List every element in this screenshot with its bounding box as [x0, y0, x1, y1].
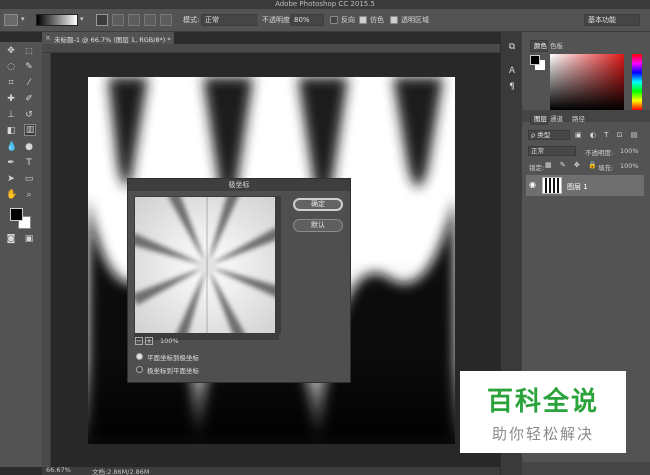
reverse-label: 反向 — [341, 16, 355, 24]
polar-to-rect-radio[interactable] — [136, 366, 143, 373]
gradient-tool-icon[interactable]: ▥ — [24, 124, 36, 136]
healing-brush-tool-icon[interactable]: ✚ — [6, 94, 16, 104]
title-bar: Adobe Photoshop CC 2015.5 — [0, 0, 650, 9]
layer-kind-filter[interactable]: ρ 类型 — [528, 130, 570, 140]
close-icon[interactable]: × — [45, 34, 51, 42]
dodge-tool-icon[interactable]: ● — [24, 142, 34, 152]
clone-stamp-tool-icon[interactable]: ⊥ — [6, 110, 16, 120]
tools-panel: ✥ ⬚ ◌ ✎ ⌗ ⁄ ✚ ✐ ⊥ ↺ ◧ ▥ 💧 ● ✒ T ➤ ▭ ✋ ⌕ … — [0, 42, 42, 467]
color-picker-field[interactable] — [550, 54, 624, 110]
dither-label: 仿色 — [370, 16, 384, 24]
transparency-checkbox[interactable] — [390, 16, 398, 24]
zoom-tool-icon[interactable]: ⌕ — [24, 190, 34, 200]
watermark-logo: 百科全说 助你轻松解决 — [460, 371, 626, 453]
history-panel-icon[interactable]: ⧉ — [507, 42, 517, 52]
gradient-tool-preset-icon[interactable] — [4, 14, 18, 26]
workspace-select[interactable]: 基本功能 — [584, 14, 640, 26]
layer-opacity-value[interactable]: 100% — [620, 147, 639, 155]
zoom-out-button[interactable]: − — [135, 337, 143, 345]
layer-opacity-label: 不透明度: — [585, 149, 614, 157]
mode-select[interactable]: 正常 — [201, 14, 257, 26]
default-button[interactable]: 默认 — [293, 219, 343, 232]
history-brush-tool-icon[interactable]: ↺ — [24, 110, 34, 120]
options-bar: ▾ ▾ 模式: 正常 不透明度: 80% 反向 仿色 透明区域 基本功能 — [0, 9, 650, 32]
document-size: 文档:2.86M/2.86M — [92, 468, 150, 475]
preview-vertical-scrollbar[interactable] — [275, 196, 281, 334]
ok-button[interactable]: 确定 — [293, 198, 343, 211]
eyedropper-tool-icon[interactable]: ⁄ — [24, 78, 34, 88]
foreground-color-swatch[interactable] — [10, 208, 23, 221]
linear-gradient-icon[interactable] — [96, 14, 108, 26]
eraser-tool-icon[interactable]: ◧ — [6, 126, 16, 136]
watermark-subtitle: 助你轻松解决 — [491, 425, 594, 443]
hand-tool-icon[interactable]: ✋ — [6, 190, 17, 200]
hue-slider[interactable] — [632, 54, 642, 110]
zoom-in-button[interactable]: + — [145, 337, 153, 345]
status-bar: 66.67% 文档:2.86M/2.86M — [42, 466, 500, 475]
screen-mode-icon[interactable]: ▣ — [24, 234, 34, 244]
marquee-tool-icon[interactable]: ⬚ — [24, 46, 34, 56]
blur-tool-icon[interactable]: 💧 — [6, 142, 17, 152]
panel-foreground-swatch[interactable] — [530, 55, 540, 65]
reflected-gradient-icon[interactable] — [144, 14, 156, 26]
gradient-picker-chevron-icon[interactable]: ▾ — [80, 15, 84, 23]
opacity-input[interactable]: 80% — [290, 14, 324, 26]
zoom-level[interactable]: 66.67% — [46, 466, 71, 474]
rectangle-tool-icon[interactable]: ▭ — [24, 174, 34, 184]
rect-to-polar-radio[interactable] — [136, 353, 143, 360]
move-tool-icon[interactable]: ✥ — [6, 46, 16, 56]
crop-tool-icon[interactable]: ⌗ — [6, 78, 16, 88]
path-selection-tool-icon[interactable]: ➤ — [6, 174, 16, 184]
tab-paths[interactable]: 路径 — [572, 113, 585, 123]
layer-filter-icons[interactable]: ▣ ◐ T ⊡ ▤ — [575, 131, 640, 139]
app-title: Adobe Photoshop CC 2015.5 — [275, 0, 375, 8]
dither-checkbox[interactable] — [359, 16, 367, 24]
layer-thumbnail — [542, 177, 562, 194]
eye-icon[interactable]: ◉ — [529, 180, 536, 189]
horizontal-ruler — [42, 44, 500, 53]
gradient-preview[interactable] — [36, 14, 78, 26]
quick-select-tool-icon[interactable]: ✎ — [24, 62, 34, 72]
brush-tool-icon[interactable]: ✐ — [24, 94, 34, 104]
rect-to-polar-label[interactable]: 平面坐标到极坐标 — [147, 352, 199, 362]
character-panel-icon[interactable]: A — [507, 66, 517, 76]
tab-swatches[interactable]: 色板 — [550, 40, 563, 50]
tab-channels[interactable]: 通道 — [550, 113, 563, 123]
layers-panel-footer — [522, 462, 650, 475]
diamond-gradient-icon[interactable] — [160, 14, 172, 26]
tab-layers[interactable]: 图层 — [530, 113, 548, 125]
filter-preview[interactable] — [134, 196, 279, 334]
mode-label: 模式: — [183, 16, 200, 24]
polar-to-rect-label[interactable]: 极坐标到平面坐标 — [147, 365, 199, 375]
reverse-checkbox[interactable] — [330, 16, 338, 24]
radial-gradient-icon[interactable] — [112, 14, 124, 26]
lasso-tool-icon[interactable]: ◌ — [6, 62, 16, 72]
preview-horizontal-scrollbar[interactable] — [134, 334, 279, 340]
fill-label: 填充: — [598, 164, 614, 172]
pen-tool-icon[interactable]: ✒ — [6, 158, 16, 168]
type-tool-icon[interactable]: T — [24, 158, 34, 168]
polar-coordinates-dialog: 极坐标 − + 100% 确定 默认 平面坐标到极坐标 极坐标到平面坐标 — [127, 178, 351, 383]
paragraph-panel-icon[interactable]: ¶ — [507, 82, 517, 92]
fill-value[interactable]: 100% — [620, 162, 639, 170]
lock-icons[interactable]: ▦ ✎ ✥ 🔒 — [545, 161, 600, 169]
opacity-label: 不透明度: — [262, 16, 293, 24]
document-tab-label: 未标题-1 @ 66.7% (图层 1, RGB/8*) * — [54, 36, 171, 44]
chevron-down-icon[interactable]: ▾ — [21, 15, 25, 23]
vertical-ruler — [42, 53, 51, 467]
lock-label: 锁定: — [529, 164, 545, 172]
angle-gradient-icon[interactable] — [128, 14, 140, 26]
quick-mask-icon[interactable]: ◙ — [6, 234, 16, 244]
tab-color[interactable]: 颜色 — [530, 40, 548, 52]
layer-name[interactable]: 图层 1 — [567, 182, 588, 192]
dialog-title: 极坐标 — [128, 179, 350, 191]
watermark-title: 百科全说 — [486, 387, 599, 417]
preview-zoom-value: 100% — [160, 337, 179, 345]
blend-mode-select[interactable]: 正常 — [528, 146, 576, 156]
document-tab[interactable]: × 未标题-1 @ 66.7% (图层 1, RGB/8*) * — [42, 32, 174, 44]
transparency-label: 透明区域 — [401, 16, 429, 24]
layers-panel-header: 图层 通道 路径 — [522, 110, 650, 125]
polar-preview-image — [135, 197, 278, 333]
